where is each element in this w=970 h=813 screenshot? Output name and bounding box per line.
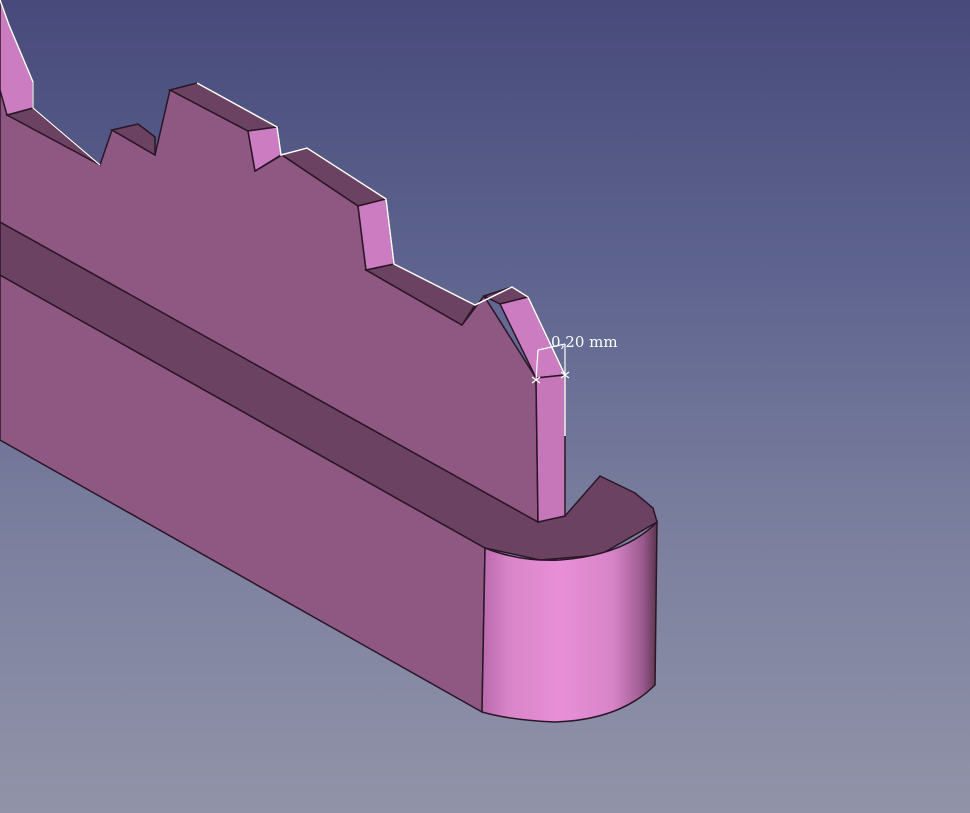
3d-viewport[interactable]: 0,20 mm: [0, 0, 970, 813]
blade-chamfer-1[interactable]: [0, 0, 34, 116]
blade-end-face[interactable]: [535, 374, 566, 523]
dimension-label: 0,20 mm: [551, 333, 618, 351]
